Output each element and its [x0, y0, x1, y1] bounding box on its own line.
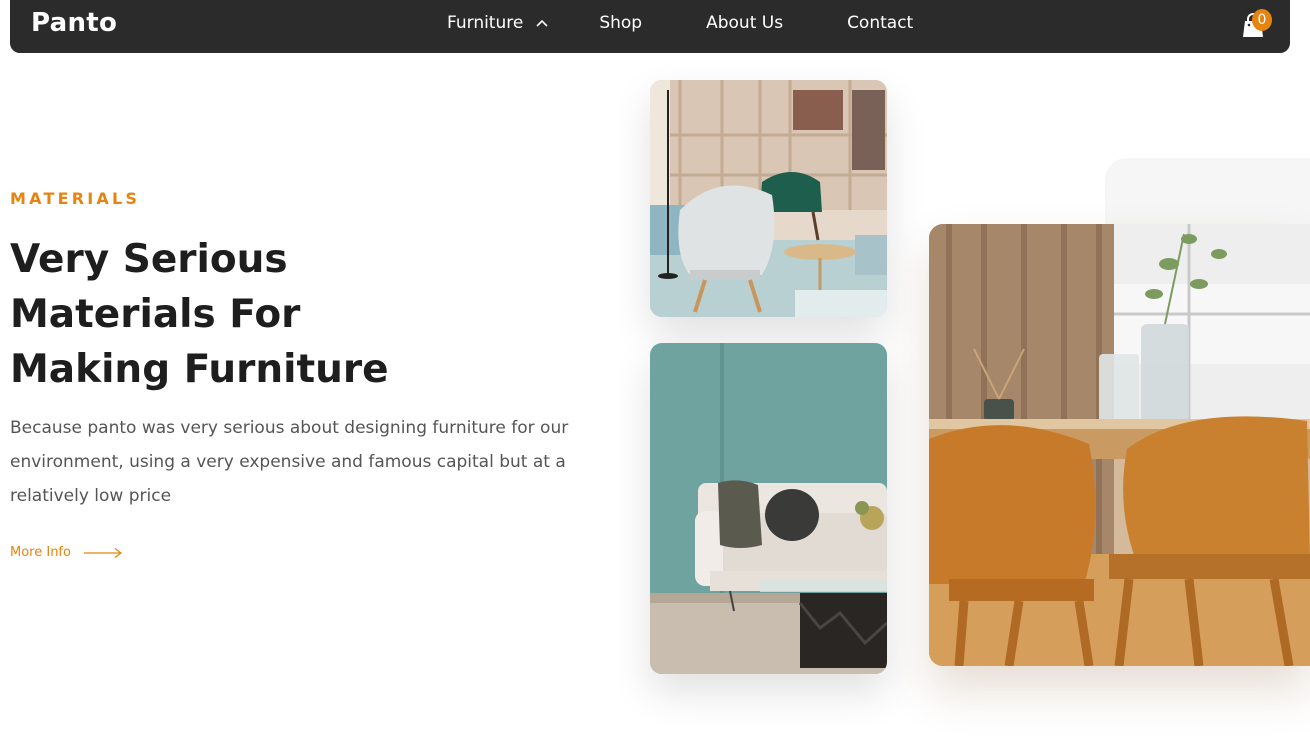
- heading-line: Very Serious: [10, 237, 288, 282]
- nav-item-contact[interactable]: Contact: [847, 13, 913, 33]
- living-room-sofa-photo: [650, 343, 887, 674]
- more-info-label: More Info: [10, 545, 71, 560]
- cart-button[interactable]: 0: [1238, 9, 1274, 39]
- hero-description: Because panto was very serious about des…: [10, 418, 569, 506]
- section-eyebrow: MATERIALS: [10, 189, 141, 208]
- interior-lounge-chairs-photo: [650, 80, 887, 317]
- nav-item-about-us[interactable]: About Us: [706, 13, 783, 33]
- dining-chairs-photo: [929, 224, 1310, 666]
- more-info-link[interactable]: More Info: [10, 545, 123, 560]
- hero-heading: Very Serious Materials For Making Furnit…: [10, 232, 430, 397]
- nav-item-label: Furniture: [447, 13, 524, 33]
- nav-item-label: About Us: [706, 13, 784, 33]
- nav-item-shop[interactable]: Shop: [599, 13, 642, 33]
- nav-item-label: Contact: [847, 13, 914, 33]
- heading-line: Materials For: [10, 292, 301, 337]
- nav-item-label: Shop: [599, 13, 643, 33]
- main-nav: Furniture Shop About Us Contact: [447, 0, 913, 46]
- top-navbar: Panto Furniture Shop About Us Contact 0: [10, 0, 1290, 53]
- chevron-up-icon: [536, 19, 548, 27]
- heading-line: Making Furniture: [10, 347, 389, 392]
- brand-logo[interactable]: Panto: [31, 8, 117, 38]
- cart-count-badge: 0: [1252, 9, 1272, 31]
- arrow-right-icon: [83, 547, 122, 558]
- nav-item-furniture[interactable]: Furniture: [447, 13, 549, 33]
